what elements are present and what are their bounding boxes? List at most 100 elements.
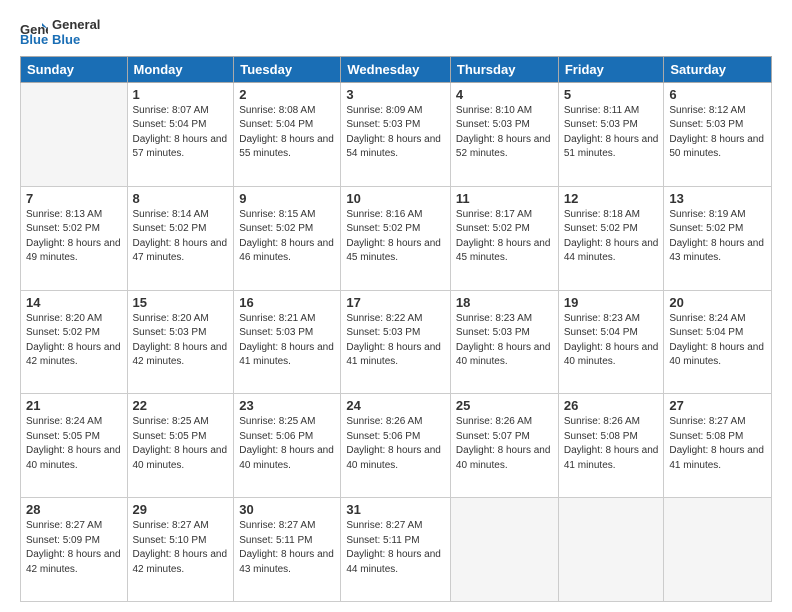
logo-general: General bbox=[52, 18, 100, 33]
day-info: Sunrise: 8:27 AMSunset: 5:11 PMDaylight:… bbox=[346, 519, 445, 577]
day-number: 3 bbox=[346, 87, 445, 102]
calendar-cell: 15 Sunrise: 8:20 AMSunset: 5:03 PMDayligh… bbox=[127, 290, 234, 394]
weekday-header: Sunday bbox=[21, 56, 128, 82]
calendar-cell: 16 Sunrise: 8:21 AMSunset: 5:03 PMDayligh… bbox=[234, 290, 341, 394]
calendar-cell: 12Sunrise: 8:18 AMSunset: 5:02 PMDayligh… bbox=[558, 186, 664, 290]
day-info: Sunrise: 8:25 AMSunset: 5:05 PMDaylight:… bbox=[133, 415, 229, 473]
calendar-cell: 1 Sunrise: 8:07 AMSunset: 5:04 PMDaylight… bbox=[127, 82, 234, 186]
calendar-cell bbox=[558, 498, 664, 602]
calendar-cell bbox=[664, 498, 772, 602]
weekday-header: Thursday bbox=[450, 56, 558, 82]
weekday-header: Wednesday bbox=[341, 56, 451, 82]
day-number: 7 bbox=[26, 191, 122, 206]
day-info: Sunrise: 8:09 AMSunset: 5:03 PMDaylight:… bbox=[346, 104, 445, 162]
day-info: Sunrise: 8:11 AMSunset: 5:03 PMDaylight:… bbox=[564, 104, 659, 162]
day-info: Sunrise: 8:14 AMSunset: 5:02 PMDaylight:… bbox=[133, 208, 229, 266]
day-info: Sunrise: 8:17 AMSunset: 5:02 PMDaylight:… bbox=[456, 208, 553, 266]
day-number: 29 bbox=[133, 502, 229, 517]
day-number: 15 bbox=[133, 295, 229, 310]
calendar-cell: 29 Sunrise: 8:27 AMSunset: 5:10 PMDayligh… bbox=[127, 498, 234, 602]
day-number: 19 bbox=[564, 295, 659, 310]
day-number: 26 bbox=[564, 398, 659, 413]
weekday-header: Tuesday bbox=[234, 56, 341, 82]
day-info: Sunrise: 8:20 AMSunset: 5:03 PMDaylight:… bbox=[133, 312, 229, 370]
calendar-cell: 27 Sunrise: 8:27 AMSunset: 5:08 PMDayligh… bbox=[664, 394, 772, 498]
calendar-cell: 8 Sunrise: 8:14 AMSunset: 5:02 PMDaylight… bbox=[127, 186, 234, 290]
day-info: Sunrise: 8:26 AMSunset: 5:08 PMDaylight:… bbox=[564, 415, 659, 473]
day-number: 11 bbox=[456, 191, 553, 206]
day-info: Sunrise: 8:27 AMSunset: 5:09 PMDaylight:… bbox=[26, 519, 122, 577]
calendar-cell: 11 Sunrise: 8:17 AMSunset: 5:02 PMDayligh… bbox=[450, 186, 558, 290]
day-info: Sunrise: 8:27 AMSunset: 5:08 PMDaylight:… bbox=[669, 415, 766, 473]
calendar-cell: 22 Sunrise: 8:25 AMSunset: 5:05 PMDayligh… bbox=[127, 394, 234, 498]
day-number: 21 bbox=[26, 398, 122, 413]
svg-text:Blue: Blue bbox=[20, 32, 48, 45]
day-number: 17 bbox=[346, 295, 445, 310]
day-number: 30 bbox=[239, 502, 335, 517]
page: General Blue General Blue SundayMondayTu… bbox=[0, 0, 792, 612]
day-number: 22 bbox=[133, 398, 229, 413]
day-info: Sunrise: 8:24 AMSunset: 5:05 PMDaylight:… bbox=[26, 415, 122, 473]
day-info: Sunrise: 8:26 AMSunset: 5:06 PMDaylight:… bbox=[346, 415, 445, 473]
calendar-cell: 14 Sunrise: 8:20 AMSunset: 5:02 PMDayligh… bbox=[21, 290, 128, 394]
calendar-cell: 5 Sunrise: 8:11 AMSunset: 5:03 PMDaylight… bbox=[558, 82, 664, 186]
day-info: Sunrise: 8:13 AMSunset: 5:02 PMDaylight:… bbox=[26, 208, 122, 266]
day-number: 28 bbox=[26, 502, 122, 517]
day-number: 1 bbox=[133, 87, 229, 102]
weekday-header: Saturday bbox=[664, 56, 772, 82]
day-info: Sunrise: 8:19 AMSunset: 5:02 PMDaylight:… bbox=[669, 208, 766, 266]
header: General Blue General Blue bbox=[20, 18, 772, 48]
calendar-cell: 4Sunrise: 8:10 AMSunset: 5:03 PMDaylight… bbox=[450, 82, 558, 186]
day-info: Sunrise: 8:22 AMSunset: 5:03 PMDaylight:… bbox=[346, 312, 445, 370]
day-number: 8 bbox=[133, 191, 229, 206]
logo-blue: Blue bbox=[52, 33, 100, 48]
calendar-cell: 2 Sunrise: 8:08 AMSunset: 5:04 PMDaylight… bbox=[234, 82, 341, 186]
day-number: 5 bbox=[564, 87, 659, 102]
day-info: Sunrise: 8:25 AMSunset: 5:06 PMDaylight:… bbox=[239, 415, 335, 473]
calendar-cell: 17 Sunrise: 8:22 AMSunset: 5:03 PMDayligh… bbox=[341, 290, 451, 394]
day-info: Sunrise: 8:16 AMSunset: 5:02 PMDaylight:… bbox=[346, 208, 445, 266]
calendar-cell: 20 Sunrise: 8:24 AMSunset: 5:04 PMDayligh… bbox=[664, 290, 772, 394]
weekday-header: Monday bbox=[127, 56, 234, 82]
logo: General Blue General Blue bbox=[20, 18, 100, 48]
calendar-cell: 21 Sunrise: 8:24 AMSunset: 5:05 PMDayligh… bbox=[21, 394, 128, 498]
day-number: 25 bbox=[456, 398, 553, 413]
day-info: Sunrise: 8:26 AMSunset: 5:07 PMDaylight:… bbox=[456, 415, 553, 473]
day-number: 9 bbox=[239, 191, 335, 206]
day-number: 16 bbox=[239, 295, 335, 310]
day-info: Sunrise: 8:23 AMSunset: 5:03 PMDaylight:… bbox=[456, 312, 553, 370]
day-number: 27 bbox=[669, 398, 766, 413]
weekday-header: Friday bbox=[558, 56, 664, 82]
day-info: Sunrise: 8:08 AMSunset: 5:04 PMDaylight:… bbox=[239, 104, 335, 162]
calendar-table: SundayMondayTuesdayWednesdayThursdayFrid… bbox=[20, 56, 772, 602]
calendar-cell: 10Sunrise: 8:16 AMSunset: 5:02 PMDayligh… bbox=[341, 186, 451, 290]
day-number: 4 bbox=[456, 87, 553, 102]
day-number: 13 bbox=[669, 191, 766, 206]
calendar-cell: 6 Sunrise: 8:12 AMSunset: 5:03 PMDaylight… bbox=[664, 82, 772, 186]
calendar-cell: 24Sunrise: 8:26 AMSunset: 5:06 PMDayligh… bbox=[341, 394, 451, 498]
calendar-cell: 25 Sunrise: 8:26 AMSunset: 5:07 PMDayligh… bbox=[450, 394, 558, 498]
day-info: Sunrise: 8:12 AMSunset: 5:03 PMDaylight:… bbox=[669, 104, 766, 162]
day-number: 6 bbox=[669, 87, 766, 102]
calendar-cell: 7 Sunrise: 8:13 AMSunset: 5:02 PMDaylight… bbox=[21, 186, 128, 290]
day-number: 18 bbox=[456, 295, 553, 310]
day-info: Sunrise: 8:27 AMSunset: 5:10 PMDaylight:… bbox=[133, 519, 229, 577]
day-info: Sunrise: 8:27 AMSunset: 5:11 PMDaylight:… bbox=[239, 519, 335, 577]
day-info: Sunrise: 8:07 AMSunset: 5:04 PMDaylight:… bbox=[133, 104, 229, 162]
day-number: 23 bbox=[239, 398, 335, 413]
calendar-cell: 9Sunrise: 8:15 AMSunset: 5:02 PMDaylight… bbox=[234, 186, 341, 290]
day-info: Sunrise: 8:23 AMSunset: 5:04 PMDaylight:… bbox=[564, 312, 659, 370]
day-info: Sunrise: 8:20 AMSunset: 5:02 PMDaylight:… bbox=[26, 312, 122, 370]
calendar-cell: 26 Sunrise: 8:26 AMSunset: 5:08 PMDayligh… bbox=[558, 394, 664, 498]
calendar-cell: 23 Sunrise: 8:25 AMSunset: 5:06 PMDayligh… bbox=[234, 394, 341, 498]
day-number: 14 bbox=[26, 295, 122, 310]
day-info: Sunrise: 8:21 AMSunset: 5:03 PMDaylight:… bbox=[239, 312, 335, 370]
day-number: 20 bbox=[669, 295, 766, 310]
day-number: 12 bbox=[564, 191, 659, 206]
logo-icon: General Blue bbox=[20, 21, 48, 45]
calendar-cell: 3 Sunrise: 8:09 AMSunset: 5:03 PMDaylight… bbox=[341, 82, 451, 186]
day-info: Sunrise: 8:24 AMSunset: 5:04 PMDaylight:… bbox=[669, 312, 766, 370]
day-number: 31 bbox=[346, 502, 445, 517]
calendar-cell: 31 Sunrise: 8:27 AMSunset: 5:11 PMDayligh… bbox=[341, 498, 451, 602]
day-number: 2 bbox=[239, 87, 335, 102]
